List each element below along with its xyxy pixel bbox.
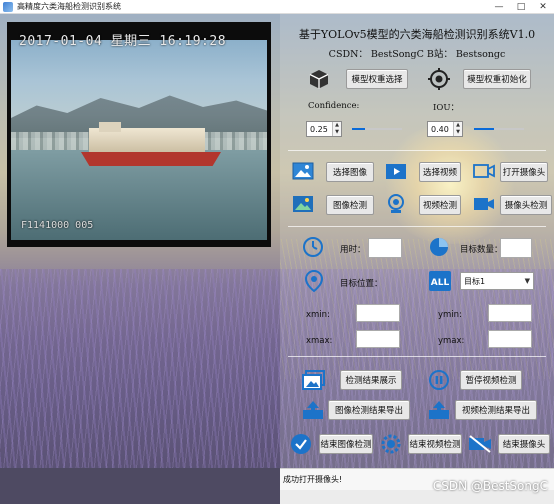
end-camera-button[interactable]: 结束摄像头: [498, 434, 550, 454]
title-bar: 高精度六类海船检测识别系统 — □ ✕: [0, 0, 554, 14]
close-button[interactable]: ✕: [532, 0, 554, 14]
video-detect-icon: [385, 193, 407, 215]
stop-gear-icon: [380, 433, 402, 455]
watermark: CSDN @BestSongC: [432, 479, 548, 493]
video-timestamp: 2017-01-04 星期三 16:19:28: [19, 34, 227, 49]
spin-arrows-icon[interactable]: ▲ ▼: [332, 122, 341, 136]
app-icon: [3, 1, 13, 12]
end-camera-icon: [468, 434, 492, 454]
window-title: 高精度六类海船检测识别系统: [17, 2, 121, 11]
target-count-label: 目标数量：: [460, 245, 503, 255]
divider: [288, 150, 546, 151]
export-image-results-button[interactable]: 图像检测结果导出: [328, 400, 410, 420]
export-video-icon: [428, 400, 450, 420]
show-results-button[interactable]: 检测结果展示: [340, 370, 402, 390]
iou-spinbox[interactable]: 0.40 ▲ ▼: [427, 121, 463, 137]
minimize-button[interactable]: —: [488, 0, 510, 14]
settings-target-icon: [428, 68, 450, 90]
select-image-button[interactable]: 选择图像: [326, 162, 374, 182]
image-detect-button[interactable]: 图像检测: [326, 195, 374, 215]
divider: [288, 356, 546, 357]
pause-video-button[interactable]: 暂停视频检测: [460, 370, 522, 390]
pause-icon: [428, 369, 450, 391]
select-video-button[interactable]: 选择视频: [419, 162, 461, 182]
end-video-detect-button[interactable]: 结束视频检测: [408, 434, 462, 454]
gallery-icon: [302, 370, 326, 390]
pie-chart-icon: [428, 236, 450, 258]
divider: [288, 226, 546, 227]
confidence-value: 0.25: [310, 124, 328, 134]
iou-slider-fill: [474, 128, 494, 130]
panel-title: 基于YOLOv5模型的六类海船检测识别系统V1.0: [298, 28, 536, 41]
image-detect-icon: [292, 194, 314, 214]
ymin-label: ymin:: [438, 310, 462, 320]
video-file-icon: [385, 161, 407, 181]
confidence-slider-fill: [352, 128, 365, 130]
init-weights-button[interactable]: 模型权重初始化: [463, 69, 531, 89]
spin-arrows-icon[interactable]: ▲ ▼: [453, 122, 462, 136]
cargo-ship: [81, 122, 221, 166]
target-count-output: [500, 238, 532, 258]
camera-detect-button[interactable]: 摄像头检测: [500, 195, 552, 215]
video-frame: [11, 40, 267, 240]
target-position-label: 目标位置：: [340, 279, 383, 289]
end-image-detect-button[interactable]: 结束图像检测: [319, 434, 373, 454]
video-detect-button[interactable]: 视频检测: [419, 195, 461, 215]
location-pin-icon: [304, 270, 324, 292]
iou-label: IOU：: [433, 103, 459, 113]
export-video-results-button[interactable]: 视频检测结果导出: [455, 400, 537, 420]
window-controls: — □ ✕: [488, 0, 554, 14]
target-select-value: 目标1: [464, 276, 486, 286]
camera-outline-icon: [473, 161, 495, 181]
camera-detect-icon: [473, 194, 495, 214]
xmin-output: [356, 304, 400, 322]
confidence-slider[interactable]: [352, 123, 402, 135]
time-label: 用时：: [340, 245, 366, 255]
ymax-output: [488, 330, 532, 348]
open-camera-button[interactable]: 打开摄像头: [500, 162, 548, 182]
status-message: 成功打开摄像头!: [283, 475, 343, 484]
cube-icon: [308, 68, 330, 90]
iou-value: 0.40: [431, 124, 449, 134]
video-caption: F1141000 005: [21, 220, 94, 231]
xmin-label: xmin:: [306, 310, 330, 320]
author-info: CSDN： BestSongC B站： Bestsongc: [328, 49, 506, 60]
xmax-label: xmax:: [306, 336, 333, 346]
iou-slider[interactable]: [474, 123, 524, 135]
video-display: 2017-01-04 星期三 16:19:28 F1141000 005: [7, 22, 271, 247]
check-circle-icon: [290, 433, 312, 455]
svg-text:ALL: ALL: [431, 278, 450, 288]
ymin-output: [488, 304, 532, 322]
maximize-button[interactable]: □: [510, 0, 532, 14]
confidence-label: Confidence:: [308, 101, 360, 111]
time-output: [368, 238, 402, 258]
xmax-output: [356, 330, 400, 348]
select-weights-button[interactable]: 模型权重选择: [346, 69, 408, 89]
export-image-icon: [302, 400, 324, 420]
all-targets-icon: ALL: [428, 270, 452, 292]
target-select-dropdown[interactable]: 目标1 ▼: [460, 272, 534, 290]
confidence-spinbox[interactable]: 0.25 ▲ ▼: [306, 121, 342, 137]
chevron-down-icon: ▼: [524, 277, 530, 285]
left-bottom-area: [0, 468, 280, 504]
control-panel: 基于YOLOv5模型的六类海船检测识别系统V1.0 CSDN： BestSong…: [280, 14, 554, 468]
ymax-label: ymax:: [438, 336, 465, 346]
clock-icon: [302, 236, 324, 258]
image-icon: [292, 161, 314, 181]
